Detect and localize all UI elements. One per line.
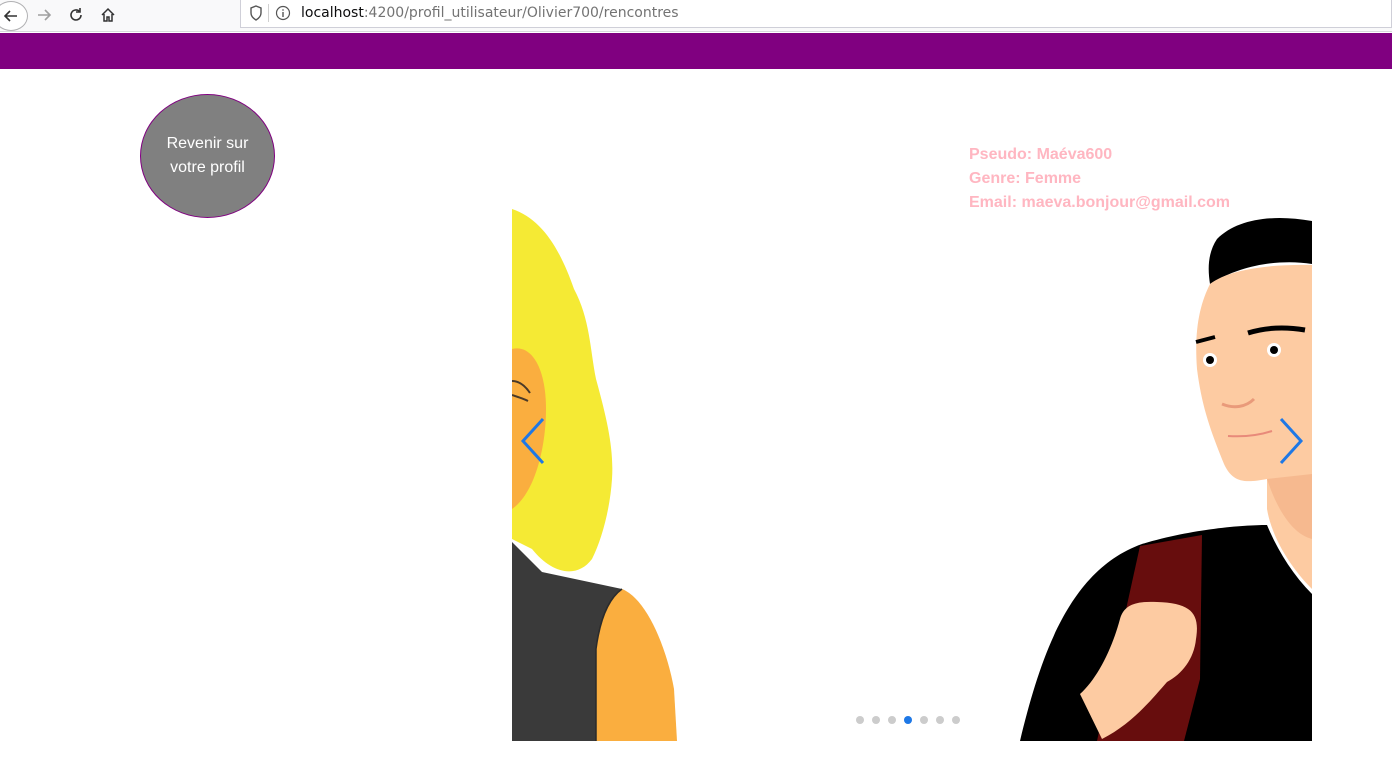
- home-icon[interactable]: [94, 2, 122, 28]
- profile-email: Email: maeva.bonjour@gmail.com: [969, 194, 1230, 211]
- back-to-profile-line2: votre profil: [170, 159, 245, 176]
- carousel-indicator-dot[interactable]: [904, 716, 912, 724]
- url-path: :4200/profil_utilisateur/Olivier700/renc…: [363, 5, 679, 21]
- profile-genre: Genre: Femme: [969, 170, 1082, 187]
- url-host: localhost: [301, 5, 364, 21]
- reload-icon[interactable]: [62, 2, 90, 28]
- carousel-indicator-dot[interactable]: [872, 716, 880, 724]
- profile-carousel[interactable]: [512, 209, 1312, 741]
- url-bar[interactable]: localhost:4200/profil_utilisateur/Olivie…: [240, 0, 1392, 28]
- carousel-slide-image: [512, 209, 1312, 741]
- woman-illustration: [512, 209, 677, 741]
- browser-toolbar: localhost:4200/profil_utilisateur/Olivie…: [0, 0, 1392, 32]
- shield-icon[interactable]: [249, 5, 263, 25]
- carousel-indicator-dot[interactable]: [856, 716, 864, 724]
- profile-info: Pseudo: Maéva600 Genre: Femme Email: mae…: [969, 143, 1230, 215]
- back-to-profile-button[interactable]: Revenir sur votre profil: [140, 94, 275, 218]
- url-separator: [268, 4, 269, 22]
- carousel-indicator-dot[interactable]: [920, 716, 928, 724]
- carousel-indicator-dot[interactable]: [888, 716, 896, 724]
- back-to-profile-label: Revenir sur votre profil: [167, 132, 249, 180]
- carousel-indicators: [856, 716, 960, 726]
- carousel-next-button[interactable]: [1275, 416, 1305, 466]
- back-to-profile-line1: Revenir sur: [166, 135, 249, 152]
- chevron-left-icon: [520, 417, 545, 465]
- app-header-bar: [0, 33, 1392, 69]
- back-arrow-icon[interactable]: [0, 1, 28, 31]
- carousel-indicator-dot[interactable]: [936, 716, 944, 724]
- forward-arrow-icon[interactable]: [30, 2, 58, 28]
- man-illustration: [1020, 218, 1312, 741]
- profile-pseudo: Pseudo: Maéva600: [969, 146, 1113, 163]
- carousel-prev-button[interactable]: [519, 416, 549, 466]
- chevron-right-icon: [1279, 417, 1304, 465]
- url-text: localhost:4200/profil_utilisateur/Olivie…: [301, 5, 679, 21]
- carousel-indicator-dot[interactable]: [952, 716, 960, 724]
- info-icon[interactable]: [275, 5, 291, 25]
